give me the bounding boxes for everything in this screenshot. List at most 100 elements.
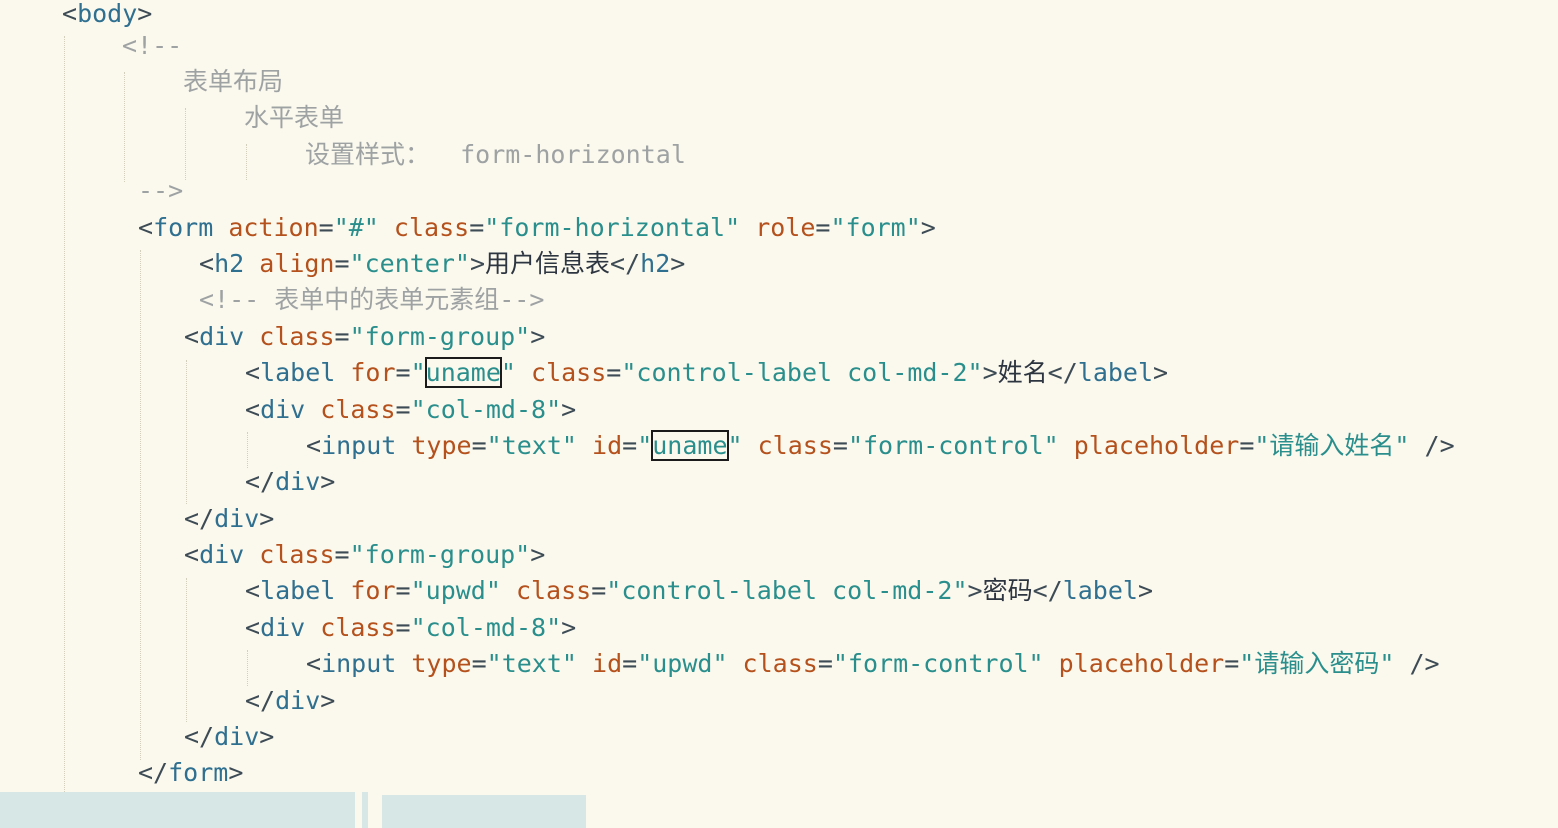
code-line[interactable]: </div>	[184, 719, 274, 755]
code-token: body	[77, 0, 138, 28]
code-token: h2	[640, 249, 671, 278]
code-token: 密码	[982, 576, 1033, 605]
code-token: =	[1224, 649, 1240, 678]
code-token: class	[320, 395, 396, 424]
code-token: >	[967, 576, 983, 605]
code-token: =	[1239, 431, 1255, 460]
code-token: <	[245, 358, 261, 387]
code-token: >	[982, 358, 998, 387]
code-token: class	[320, 613, 396, 642]
code-line[interactable]: -->	[138, 173, 183, 209]
code-token: "text"	[486, 431, 593, 460]
code-token: =	[334, 249, 350, 278]
code-token: >	[530, 540, 546, 569]
code-line[interactable]: 表单布局	[183, 64, 283, 100]
code-line[interactable]: <h2 align="center">用户信息表</h2>	[199, 246, 685, 282]
code-token: <	[62, 0, 78, 28]
code-token: <	[306, 649, 322, 678]
code-line[interactable]: 水平表单	[244, 100, 344, 136]
code-token: <	[184, 322, 200, 351]
code-token: <	[245, 613, 261, 642]
code-token: <!-- 表单中的表单元素组-->	[199, 285, 545, 314]
code-line[interactable]: 设置样式： form-horizontal	[305, 137, 686, 173]
blurred-overlay	[0, 792, 355, 828]
blurred-overlay	[362, 792, 368, 828]
code-token: "control-label col-md-2"	[606, 576, 968, 605]
code-token: >	[1137, 576, 1154, 605]
code-token: </	[1032, 576, 1063, 605]
code-token: label	[1077, 358, 1154, 387]
code-token: =	[622, 649, 638, 678]
code-token: =	[334, 322, 350, 351]
indent-guide	[247, 432, 248, 468]
code-token: div	[260, 613, 321, 642]
code-token: <	[245, 395, 261, 424]
code-token: "form-control"	[847, 431, 1074, 460]
code-line[interactable]: <label for="uname" class="control-label …	[245, 355, 1168, 391]
code-line[interactable]: <div class="col-md-8">	[245, 610, 576, 646]
code-token: "#"	[333, 213, 394, 242]
code-token: >	[920, 213, 936, 242]
code-token: </	[184, 504, 215, 533]
code-line[interactable]: <form action="#" class="form-horizontal"…	[138, 210, 936, 246]
code-line[interactable]: <!-- 表单中的表单元素组-->	[199, 282, 544, 318]
code-token: form	[168, 758, 229, 787]
code-token: =	[832, 431, 848, 460]
code-line[interactable]: </form>	[138, 755, 243, 791]
code-token: =	[395, 613, 411, 642]
code-line[interactable]: <!--	[122, 28, 182, 64]
code-token: id	[592, 649, 623, 678]
code-line[interactable]: <div class="form-group">	[184, 319, 545, 355]
code-token: >	[561, 395, 577, 424]
code-token: =	[817, 649, 833, 678]
code-line[interactable]: </div>	[184, 501, 274, 537]
code-token: 用户信息表	[485, 249, 611, 278]
code-line[interactable]: </div>	[245, 464, 335, 500]
code-token: div	[214, 504, 260, 533]
code-token: >	[228, 758, 244, 787]
code-token: "请输入姓名"	[1254, 431, 1425, 460]
indent-guide	[186, 578, 187, 722]
code-token: "col-md-8"	[410, 395, 562, 424]
code-token: div	[260, 395, 321, 424]
code-token: "form-group"	[349, 540, 531, 569]
code-token: id	[592, 431, 623, 460]
code-token: >	[259, 722, 275, 751]
code-token: =	[815, 213, 831, 242]
code-token: =	[334, 540, 350, 569]
code-token: input	[321, 649, 412, 678]
code-token: action	[228, 213, 319, 242]
code-token: label	[260, 358, 351, 387]
code-token: =	[471, 649, 487, 678]
code-token: "control-label col-md-2"	[621, 358, 983, 387]
code-editor[interactable]: <body> <!-- 表单布局 水平表单 设置样式： form-horizontal -…	[0, 0, 1558, 828]
code-token: <	[306, 431, 322, 460]
code-line[interactable]: </div>	[245, 683, 335, 719]
code-line[interactable]: <div class="form-group">	[184, 537, 545, 573]
code-token: "	[727, 431, 758, 460]
code-token: placeholder	[1058, 649, 1225, 678]
code-token: class	[757, 431, 833, 460]
code-token: =	[395, 358, 411, 387]
code-line[interactable]: <input type="text" id="upwd" class="form…	[306, 646, 1440, 682]
code-token: >	[561, 613, 577, 642]
code-token: "upwd"	[410, 576, 516, 605]
code-token: class	[515, 576, 592, 605]
code-token: </	[245, 686, 276, 715]
code-line[interactable]: <label for="upwd" class="control-label c…	[245, 573, 1153, 609]
code-token: "upwd"	[637, 649, 743, 678]
code-token: label	[260, 576, 351, 605]
indent-guide	[64, 36, 65, 792]
code-token: type	[411, 431, 472, 460]
code-token: class	[259, 540, 335, 569]
code-token: form	[153, 213, 229, 242]
indent-guide	[246, 144, 247, 180]
code-token: >	[259, 504, 275, 533]
code-token: div	[199, 322, 260, 351]
code-token: >	[670, 249, 686, 278]
code-line[interactable]: <input type="text" id="uname" class="for…	[306, 428, 1455, 464]
code-line[interactable]: <div class="col-md-8">	[245, 392, 576, 428]
code-token: =	[606, 358, 622, 387]
indent-guide	[247, 650, 248, 686]
code-token: class	[259, 322, 335, 351]
